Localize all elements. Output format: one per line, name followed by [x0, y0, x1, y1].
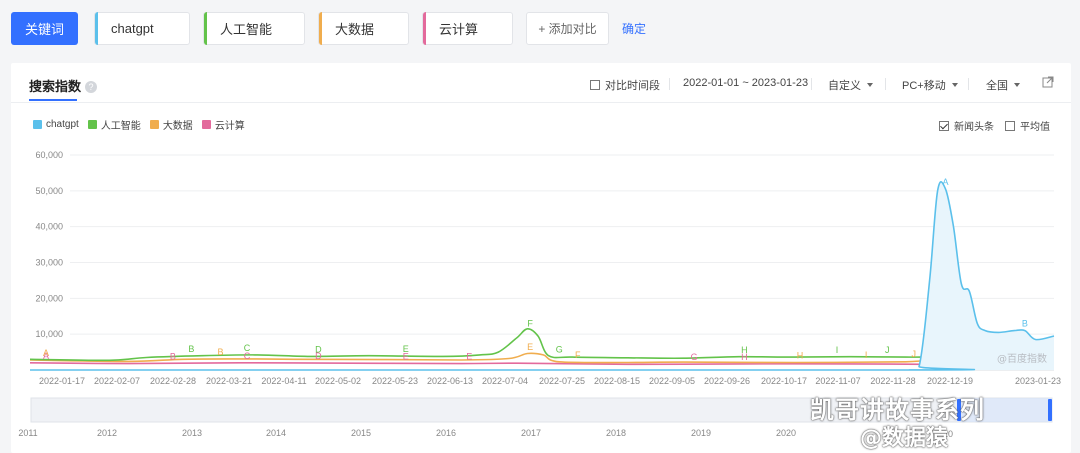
y-tick-label: 30,000	[35, 258, 63, 268]
baidu-index-watermark: @百度指数	[997, 352, 1047, 365]
overview-year-label: 2014	[266, 428, 286, 438]
series-line-chatgpt	[29, 181, 1055, 371]
annotation-marker: H	[741, 352, 748, 362]
annotation-marker: E	[527, 342, 533, 352]
overview-year-label: 2016	[436, 428, 456, 438]
annotation-marker: I	[836, 345, 839, 355]
x-tick-label: 2022-05-23	[372, 376, 418, 386]
x-tick-label: 2022-11-07	[815, 376, 860, 386]
x-tick-label: 2022-10-17	[761, 376, 807, 386]
annotation-marker: F	[575, 350, 581, 360]
y-tick-label: 60,000	[35, 150, 63, 160]
annotation-marker: E	[403, 351, 409, 361]
annotation-marker: C	[244, 351, 251, 361]
y-tick-label: 20,000	[35, 293, 63, 303]
annotation-marker: B	[1022, 319, 1028, 329]
x-tick-label: 2023-01-23	[1015, 376, 1061, 386]
x-tick-label: 2022-12-19	[927, 376, 973, 386]
annotation-marker: E	[466, 351, 472, 361]
annotation-marker: G	[556, 344, 563, 354]
x-tick-label: 2022-07-25	[539, 376, 585, 386]
overview-year-label: 2011	[18, 428, 37, 438]
x-tick-label: 2022-01-17	[39, 376, 85, 386]
overview-year-label: 2019	[691, 428, 711, 438]
annotation-marker: A	[943, 177, 949, 187]
x-tick-label: 2022-08-15	[594, 376, 640, 386]
x-tick-label: 2022-09-26	[704, 376, 750, 386]
overview-year-label: 2017	[521, 428, 541, 438]
annotation-marker: A	[43, 348, 49, 358]
overview-year-label: 2020	[776, 428, 796, 438]
x-tick-label: 2022-07-04	[482, 376, 528, 386]
annotation-marker: B	[218, 347, 224, 357]
annotation-marker: G	[691, 352, 698, 362]
overview-year-label: 2013	[182, 428, 202, 438]
annotation-marker: I	[865, 350, 868, 360]
x-tick-label: 2022-09-05	[649, 376, 695, 386]
annotation-marker: F	[527, 319, 533, 329]
x-tick-label: 2022-06-13	[427, 376, 473, 386]
overview-year-label: 2018	[606, 428, 626, 438]
y-tick-label: 10,000	[35, 329, 63, 339]
y-tick-label: 50,000	[35, 186, 63, 196]
y-tick-label: 40,000	[35, 222, 63, 232]
annotation-marker: J	[912, 349, 917, 359]
x-tick-label: 2022-02-07	[94, 376, 140, 386]
x-tick-label: 2022-11-28	[870, 376, 915, 386]
series-area-chatgpt	[30, 181, 1054, 370]
overview-year-label: 2012	[97, 428, 117, 438]
annotation-marker: J	[885, 345, 890, 355]
search-index-chart: 60,000 50,000 40,000 30,000 20,000 10,000 2022…	[18, 150, 1061, 439]
annotation-marker: H	[797, 350, 804, 360]
x-tick-label: 2022-04-11	[261, 376, 306, 386]
annotation-marker: B	[170, 351, 176, 361]
overlay-watermark-line2: @数据猿	[860, 426, 949, 451]
annotation-marker: D	[315, 351, 322, 361]
range-slider-handle[interactable]	[1048, 399, 1052, 421]
x-tick-label: 2022-05-02	[315, 376, 361, 386]
overview-year-label: 2015	[351, 428, 371, 438]
annotation-marker: B	[188, 344, 194, 354]
x-tick-label: 2022-02-28	[150, 376, 196, 386]
x-tick-label: 2022-03-21	[206, 376, 252, 386]
series-line-云计算	[29, 361, 1055, 367]
